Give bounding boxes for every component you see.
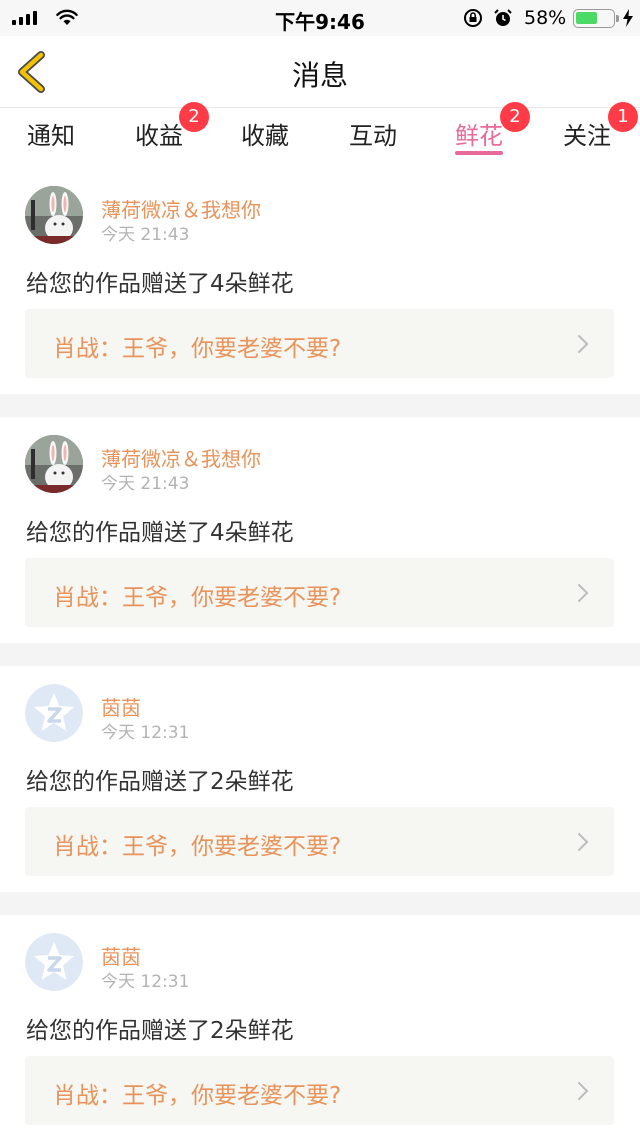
rabbit-avatar-icon [25,435,83,493]
work-link[interactable]: 肖战：王爷，你要老婆不要? [25,558,614,627]
message-text: 给您的作品赠送了4朵鲜花 [26,271,294,297]
message-time: 今天 12:31 [101,723,190,743]
message-card: 茵茵 今天 12:31 给您的作品赠送了2朵鲜花 肖战：王爷，你要老婆不要? [0,915,640,1139]
tab-bar: 通知 收益 2 收藏 互动 鲜花 2 关注 1 [0,102,640,168]
message-card: 薄荷微凉＆我想你 今天 21:43 给您的作品赠送了4朵鲜花 肖战：王爷，你要老… [0,417,640,643]
tab-label: 收藏 [241,122,289,150]
message-card: 茵茵 今天 12:31 给您的作品赠送了2朵鲜花 肖战：王爷，你要老婆不要? [0,666,640,892]
divider [0,643,640,666]
tab-earnings[interactable]: 收益 2 [106,102,212,168]
chevron-right-icon [578,584,589,602]
divider [0,394,640,417]
unread-badge: 2 [179,102,209,132]
charging-icon [623,9,633,27]
message-time: 今天 12:31 [101,972,190,992]
tab-label: 通知 [27,122,75,150]
unread-badge: 2 [500,102,530,132]
chevron-right-icon [578,833,589,851]
message-time: 今天 21:43 [101,225,190,245]
work-title: 肖战：王爷，你要老婆不要? [53,834,342,860]
rabbit-avatar-icon [25,186,83,244]
tab-label: 互动 [349,122,397,150]
work-link[interactable]: 肖战：王爷，你要老婆不要? [25,807,614,876]
battery-percent: 58% [524,7,567,29]
active-tab-indicator [455,151,503,155]
work-link[interactable]: 肖战：王爷，你要老婆不要? [25,1056,614,1125]
message-time: 今天 21:43 [101,474,190,494]
sender-name[interactable]: 茵茵 [101,941,141,970]
message-card: 薄荷微凉＆我想你 今天 21:43 给您的作品赠送了4朵鲜花 肖战：王爷，你要老… [0,168,640,394]
message-text: 给您的作品赠送了2朵鲜花 [26,769,294,795]
avatar[interactable] [25,933,83,991]
tab-interactions[interactable]: 互动 [320,108,426,168]
work-title: 肖战：王爷，你要老婆不要? [53,585,342,611]
avatar[interactable] [25,684,83,742]
message-text: 给您的作品赠送了4朵鲜花 [26,520,294,546]
avatar[interactable] [25,435,83,493]
default-avatar-icon [25,684,83,742]
nav-bar: 消息 [0,36,640,108]
message-text: 给您的作品赠送了2朵鲜花 [26,1018,294,1044]
work-title: 肖战：王爷，你要老婆不要? [53,336,342,362]
work-title: 肖战：王爷，你要老婆不要? [53,1083,342,1109]
sender-name[interactable]: 薄荷微凉＆我想你 [101,443,261,472]
work-link[interactable]: 肖战：王爷，你要老婆不要? [25,309,614,378]
battery-icon [573,9,619,28]
chevron-right-icon [578,1082,589,1100]
tab-favorites[interactable]: 收藏 [212,108,318,168]
orientation-lock-icon [464,9,482,27]
avatar[interactable] [25,186,83,244]
divider [0,892,640,915]
tab-flowers[interactable]: 鲜花 2 [426,102,532,168]
page-title: 消息 [291,59,348,92]
default-avatar-icon [25,933,83,991]
message-feed: 薄荷微凉＆我想你 今天 21:43 给您的作品赠送了4朵鲜花 肖战：王爷，你要老… [0,168,640,1139]
sender-name[interactable]: 薄荷微凉＆我想你 [101,194,261,223]
sender-name[interactable]: 茵茵 [101,692,141,721]
tab-following[interactable]: 关注 1 [534,102,640,168]
chevron-right-icon [578,335,589,353]
unread-badge: 1 [608,102,638,132]
alarm-icon [494,9,512,26]
tab-notifications[interactable]: 通知 [0,108,104,168]
status-bar: 下午9:46 58% [0,0,640,36]
